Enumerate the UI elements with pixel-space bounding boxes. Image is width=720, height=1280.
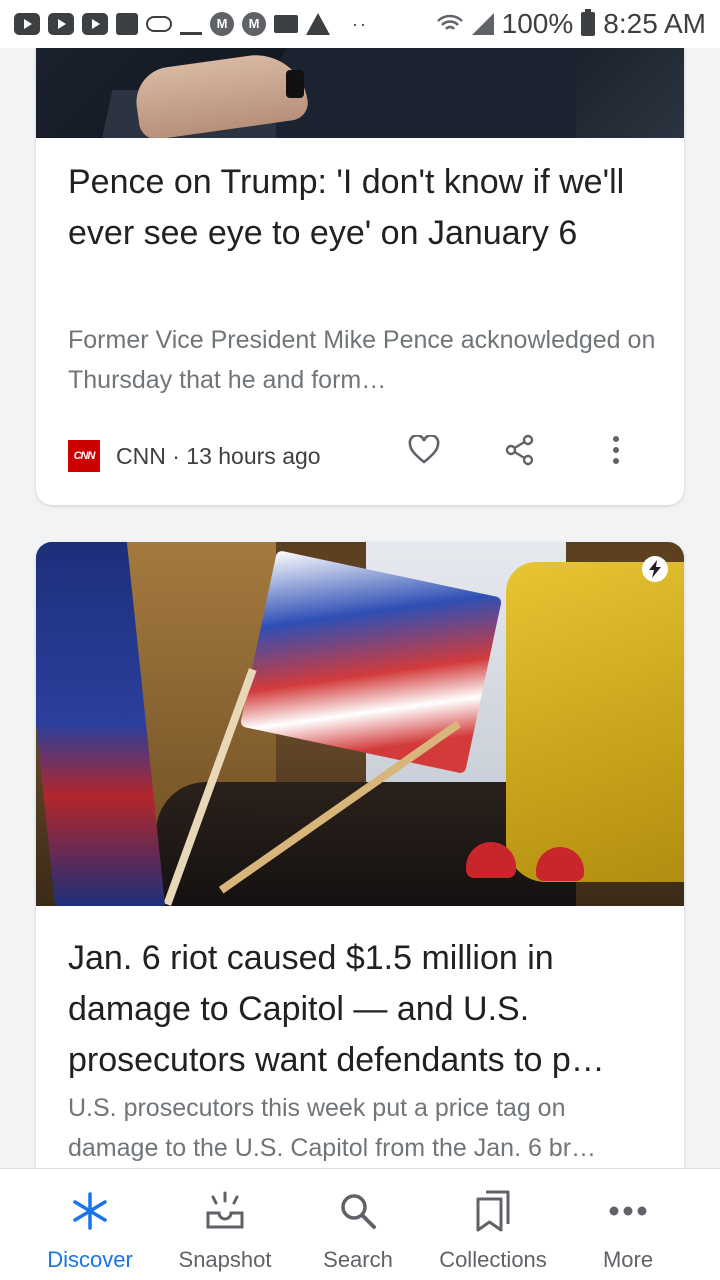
cloud-icon <box>146 16 172 32</box>
article-image[interactable] <box>36 542 684 906</box>
nav-discover[interactable]: Discover <box>18 1169 162 1280</box>
more-icon <box>606 1189 650 1233</box>
news-card[interactable]: Pence on Trump: 'I don't know if we'll e… <box>36 0 684 505</box>
lightning-icon <box>642 556 668 582</box>
nav-label: Collections <box>439 1247 547 1272</box>
folder-icon <box>274 15 298 33</box>
clock: 8:25 AM <box>603 8 706 39</box>
notification-icons: M M ·· <box>14 12 368 36</box>
card-actions <box>384 430 684 470</box>
youtube-icon <box>48 13 74 35</box>
source-logo-icon: CNN <box>68 440 100 472</box>
battery-percent: 100% <box>501 8 574 39</box>
nav-label: Snapshot <box>178 1247 272 1272</box>
article-title[interactable]: Pence on Trump: 'I don't know if we'll e… <box>68 157 658 259</box>
m-app-icon: M <box>210 12 234 36</box>
snapshot-icon <box>203 1189 247 1233</box>
article-snippet[interactable]: U.S. prosecutors this week put a price t… <box>68 1088 658 1168</box>
card-menu-button[interactable] <box>596 430 636 470</box>
wifi-icon <box>436 14 463 30</box>
nav-search[interactable]: Search <box>286 1169 430 1280</box>
article-title[interactable]: Jan. 6 riot caused $1.5 million in damag… <box>68 933 658 1086</box>
asterisk-icon <box>68 1189 112 1233</box>
discover-feed[interactable]: Pence on Trump: 'I don't know if we'll e… <box>0 0 720 1168</box>
search-icon <box>336 1189 380 1233</box>
warning-icon <box>306 13 330 35</box>
nav-more[interactable]: More <box>556 1169 700 1280</box>
share-icon <box>505 434 534 466</box>
publish-time: 13 hours ago <box>186 442 321 469</box>
more-vert-icon <box>613 436 619 464</box>
youtube-icon <box>14 13 40 35</box>
nav-snapshot[interactable]: Snapshot <box>153 1169 297 1280</box>
article-meta: CNN CNN · 13 hours ago <box>68 440 321 472</box>
overflow-dots: ·· <box>352 13 368 34</box>
nav-label: Search <box>323 1247 393 1272</box>
youtube-icon <box>82 13 108 35</box>
crown-icon <box>180 13 202 35</box>
nav-label: More <box>602 1247 654 1272</box>
heart-icon <box>408 435 440 464</box>
share-button[interactable] <box>500 430 540 470</box>
article-snippet[interactable]: Former Vice President Mike Pence acknowl… <box>68 320 658 400</box>
news-card[interactable]: Jan. 6 riot caused $1.5 million in damag… <box>36 542 684 1168</box>
nav-collections[interactable]: Collections <box>421 1169 565 1280</box>
m-app-icon: M <box>242 12 266 36</box>
status-bar: M M ·· 100% 8:25 AM <box>0 0 720 48</box>
collections-icon <box>471 1189 515 1233</box>
bottom-navigation: Discover Snapshot Search Collections Mor… <box>0 1168 720 1280</box>
source-name: CNN <box>116 442 166 469</box>
meta-separator: · <box>172 442 180 469</box>
signal-icon <box>471 13 494 35</box>
like-button[interactable] <box>404 430 444 470</box>
chat-icon <box>116 13 138 35</box>
nav-label: Discover <box>47 1247 133 1272</box>
battery-icon <box>581 9 596 36</box>
